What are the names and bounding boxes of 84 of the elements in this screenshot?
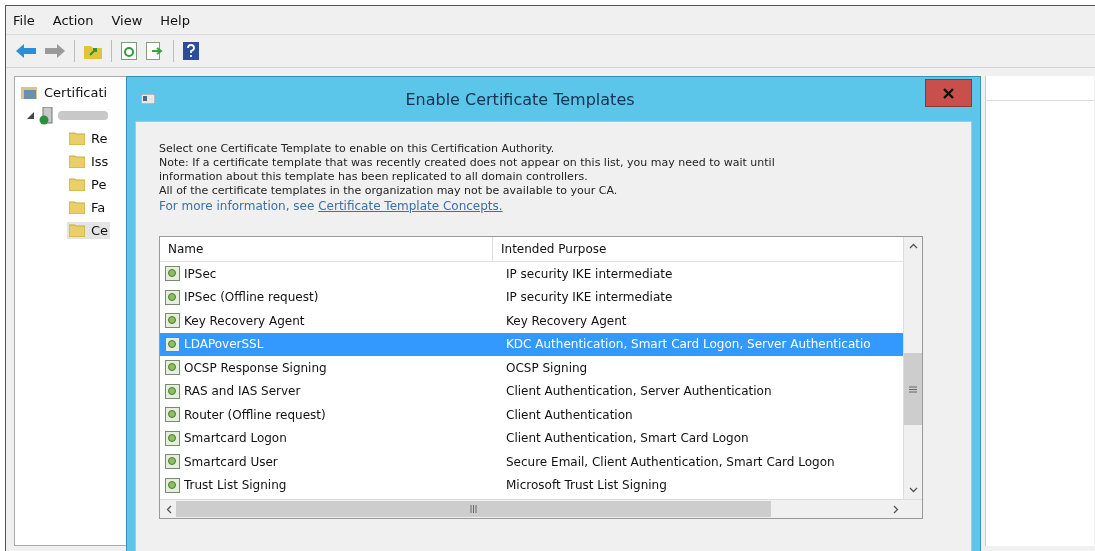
template-name: IPSec — [184, 266, 217, 281]
certificate-icon — [165, 383, 180, 399]
template-purpose: Key Recovery Agent — [505, 313, 628, 328]
vertical-scrollbar[interactable] — [903, 237, 922, 499]
concepts-link[interactable]: Certificate Template Concepts. — [318, 199, 503, 213]
template-purpose: Client Authentication, Server Authentication — [505, 384, 773, 399]
tree-item-label: Fa — [91, 200, 106, 215]
help-icon[interactable] — [183, 42, 199, 60]
template-name: LDAPoverSSL — [184, 337, 264, 352]
tree-item[interactable]: Re — [67, 130, 110, 147]
folder-icon — [69, 155, 85, 168]
certificate-icon — [165, 430, 180, 446]
column-header[interactable]: Intended Purpose — [493, 237, 903, 261]
instruction-text: All of the certificate templates in the organization may not be available to your CA. — [159, 184, 619, 198]
tree-item[interactable]: Certificati — [44, 85, 108, 100]
template-row[interactable]: IPSec (Offline request) IP security IKE intermediate — [160, 285, 903, 309]
tree-item[interactable]: Ce — [67, 222, 111, 239]
menu-item[interactable]: Action — [52, 13, 94, 28]
template-purpose: Secure Email, Client Authentication, Smart Card Logon — [505, 454, 836, 469]
grip-icon[interactable] — [470, 505, 477, 513]
expanded-arrow-icon[interactable] — [27, 112, 34, 119]
tree-item-label: Re — [91, 131, 108, 146]
tree-item-label: Iss — [91, 154, 109, 169]
template-row[interactable]: IPSec IP security IKE intermediate — [160, 262, 903, 286]
template-name: Smartcard User — [184, 454, 278, 469]
template-row[interactable]: Router (Offline request) Client Authentication — [160, 403, 903, 427]
close-button[interactable] — [925, 79, 972, 107]
template-purpose: Microsoft Trust List Signing — [505, 478, 668, 493]
template-row[interactable]: RAS and IAS Server Client Authentication, Server Authentication — [160, 379, 903, 403]
close-icon — [943, 87, 954, 99]
template-name: Key Recovery Agent — [184, 313, 305, 328]
folder-icon — [69, 132, 85, 145]
tree-item-label: Ce — [91, 223, 109, 238]
template-name: Router (Offline request) — [184, 407, 326, 422]
instruction-text: Note: If a certificate template that was recently created does not appear on this list, you may need to wait until information about this template has been replicated to all domain controllers. — [159, 156, 776, 184]
folder-icon — [69, 224, 85, 237]
certificate-icon — [165, 336, 180, 352]
back-arrow-icon[interactable] — [16, 44, 36, 58]
export-icon[interactable] — [146, 42, 164, 60]
folder-icon — [69, 178, 85, 191]
folder-icon — [69, 201, 85, 214]
column-header[interactable]: Name — [160, 237, 493, 261]
certificate-icon — [165, 454, 180, 470]
certificate-icon — [165, 360, 180, 376]
template-purpose: Client Authentication — [505, 407, 634, 422]
certificate-icon — [165, 289, 180, 305]
tree-item[interactable]: Fa — [67, 199, 108, 216]
grip-icon[interactable] — [909, 385, 917, 393]
server-icon — [39, 106, 53, 125]
template-name: RAS and IAS Server — [184, 384, 301, 399]
template-purpose: KDC Authentication, Smart Card Logon, Server Authenticatio — [505, 337, 872, 352]
certificate-icon — [165, 407, 180, 423]
template-purpose: IP security IKE intermediate — [505, 290, 674, 305]
certificate-icon — [165, 477, 180, 493]
certificate-icon — [165, 313, 180, 329]
template-name: OCSP Response Signing — [184, 360, 327, 375]
template-name: IPSec (Offline request) — [184, 290, 319, 305]
tree-item-label: Pe — [91, 177, 107, 192]
template-purpose: OCSP Signing — [505, 360, 589, 375]
dialog-title: Enable Certificate Templates — [404, 89, 636, 109]
certificate-authority-icon — [21, 84, 39, 101]
menu-item[interactable]: Help — [160, 13, 190, 28]
folder-up-icon[interactable] — [84, 43, 102, 59]
template-purpose: Client Authentication, Smart Card Logon — [505, 431, 750, 446]
template-row[interactable]: Smartcard Logon Client Authentication, Smart Card Logon — [160, 426, 903, 450]
menu-item[interactable]: File — [13, 13, 35, 28]
template-row[interactable]: Smartcard User Secure Email, Client Authentication, Smart Card Logon — [160, 450, 903, 474]
instruction-text: Select one Certificate Template to enable on this Certification Authority. — [159, 142, 556, 156]
horizontal-scrollbar[interactable] — [160, 499, 922, 518]
template-row[interactable]: Key Recovery Agent Key Recovery Agent — [160, 309, 903, 333]
certificate-icon — [165, 266, 180, 282]
window-icon — [141, 94, 155, 104]
template-row[interactable]: OCSP Response Signing OCSP Signing — [160, 356, 903, 380]
template-purpose: IP security IKE intermediate — [505, 266, 674, 281]
template-name: Trust List Signing — [184, 478, 287, 493]
tree-item[interactable]: Iss — [67, 153, 111, 170]
menu-item[interactable]: View — [111, 13, 143, 28]
info-text: For more information, see — [159, 199, 316, 213]
template-row[interactable]: Trust List Signing Microsoft Trust List Signing — [160, 473, 903, 497]
refresh-icon[interactable] — [121, 42, 137, 60]
template-name: Smartcard Logon — [184, 431, 287, 446]
blurred-label — [58, 111, 108, 120]
forward-arrow-icon[interactable] — [45, 44, 65, 58]
tree-item[interactable]: Pe — [67, 176, 109, 193]
